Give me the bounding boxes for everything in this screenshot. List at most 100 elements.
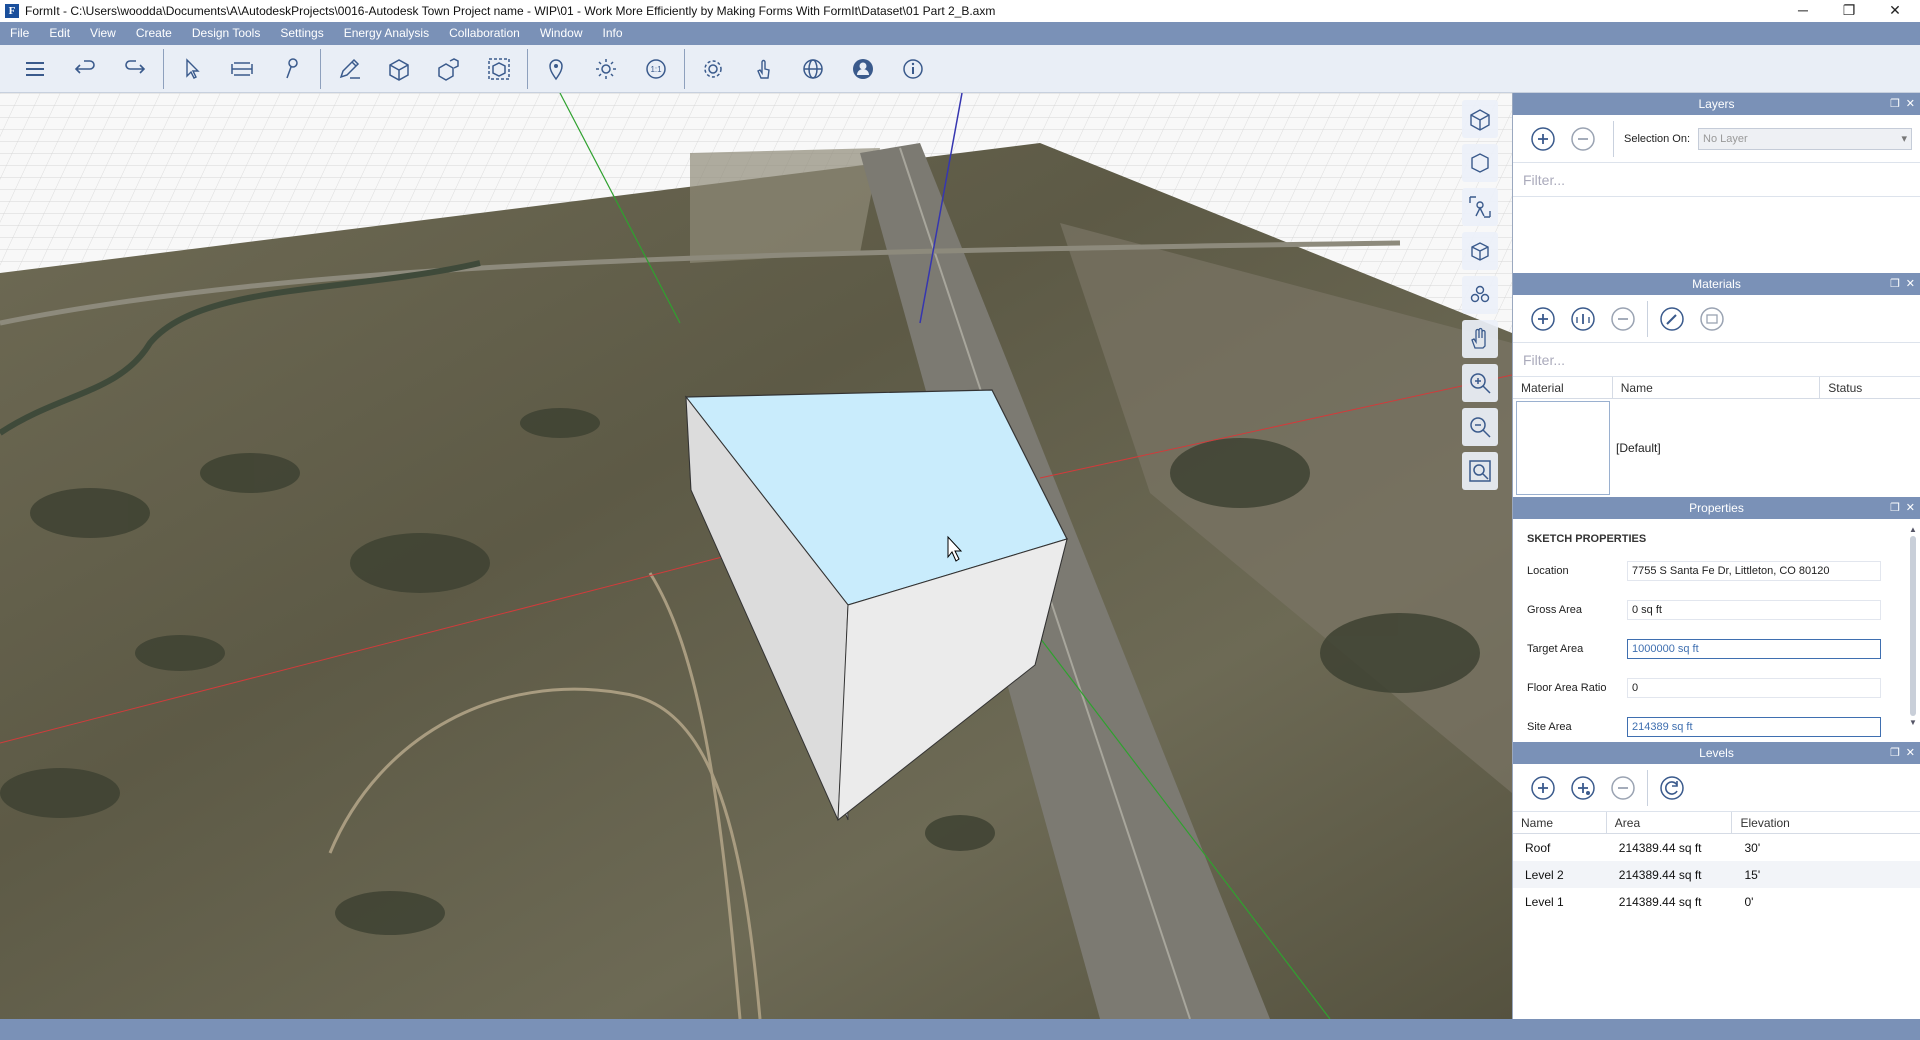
panel-title: Levels	[1699, 746, 1734, 760]
select-icon[interactable]	[167, 49, 217, 89]
orbit-icon[interactable]	[1462, 276, 1498, 314]
zoom-extents-icon[interactable]	[1462, 452, 1498, 490]
materials-filter-input[interactable]	[1523, 351, 1910, 368]
selection-on-value: No Layer	[1703, 132, 1748, 145]
zoom-in-icon[interactable]	[1462, 364, 1498, 402]
property-floor-area-ratio: Floor Area Ratio 0	[1513, 668, 1920, 707]
chevron-down-icon: ▾	[1901, 132, 1908, 145]
menu-file[interactable]: File	[0, 22, 39, 45]
menu-energy-analysis[interactable]: Energy Analysis	[334, 22, 439, 45]
orbit-cube-icon[interactable]	[1462, 232, 1498, 270]
level-area: 214389.44 sq ft	[1618, 894, 1702, 909]
orthographic-cube-icon[interactable]	[1462, 144, 1498, 182]
minimize-button[interactable]: ─	[1780, 0, 1826, 22]
panel-title: Materials	[1692, 277, 1741, 291]
undo-icon[interactable]	[60, 49, 110, 89]
property-site-area: Site Area 214389 sq ft	[1513, 707, 1920, 746]
level-name: Level 2	[1525, 867, 1564, 882]
solid-box-icon[interactable]	[374, 49, 424, 89]
materials-tools	[1513, 295, 1920, 343]
settings-gear-icon[interactable]	[688, 49, 738, 89]
3d-viewport[interactable]	[0, 93, 1512, 1019]
redo-icon[interactable]	[110, 49, 160, 89]
sketch-pencil-icon[interactable]	[324, 49, 374, 89]
close-panel-icon[interactable]: ✕	[1906, 273, 1915, 295]
scrollbar-thumb[interactable]	[1910, 536, 1916, 716]
close-panel-icon[interactable]: ✕	[1906, 497, 1915, 519]
scroll-up-icon[interactable]: ▲	[1908, 525, 1918, 534]
site-area-field[interactable]: 214389 sq ft	[1627, 716, 1881, 737]
toolbar-separator	[684, 48, 685, 89]
info-icon[interactable]	[888, 49, 938, 89]
paint-icon[interactable]	[267, 49, 317, 89]
undock-icon[interactable]: ❐	[1890, 93, 1900, 115]
column-status[interactable]: Status	[1820, 377, 1920, 398]
maximize-button[interactable]: ❐	[1826, 0, 1872, 22]
menu-info[interactable]: Info	[593, 22, 633, 45]
column-elevation[interactable]: Elevation	[1732, 812, 1920, 833]
solid-tools-icon[interactable]	[424, 49, 474, 89]
add-multiple-levels-icon[interactable]	[1563, 768, 1603, 808]
level-row-level-2[interactable]: Level 2 214389.44 sq ft 15'	[1513, 861, 1920, 888]
zoom-out-icon[interactable]	[1462, 408, 1498, 446]
property-gross-area: Gross Area 0 sq ft	[1513, 590, 1920, 629]
sun-icon[interactable]	[581, 49, 631, 89]
scale-icon[interactable]: 1:1	[631, 49, 681, 89]
close-panel-icon[interactable]: ✕	[1906, 742, 1915, 764]
menu-settings[interactable]: Settings	[270, 22, 333, 45]
add-level-icon[interactable]	[1523, 768, 1563, 808]
properties-panel: Properties ❐ ✕ SKETCH PROPERTIES Locatio…	[1513, 497, 1920, 742]
group-icon[interactable]	[474, 49, 524, 89]
properties-scrollbar[interactable]: ▲ ▼	[1908, 525, 1918, 735]
perspective-cube-icon[interactable]	[1462, 100, 1498, 138]
menu-view[interactable]: View	[80, 22, 126, 45]
menu-window[interactable]: Window	[530, 22, 593, 45]
menu-design-tools[interactable]: Design Tools	[182, 22, 270, 45]
level-row-level-1[interactable]: Level 1 214389.44 sq ft 0'	[1513, 888, 1920, 915]
close-panel-icon[interactable]: ✕	[1906, 93, 1915, 115]
material-swatch[interactable]	[1516, 401, 1610, 495]
user-profile-icon[interactable]	[838, 49, 888, 89]
refresh-levels-icon[interactable]	[1652, 768, 1692, 808]
look-around-icon[interactable]	[1462, 188, 1498, 226]
location-field[interactable]: 7755 S Santa Fe Dr, Littleton, CO 80120	[1627, 560, 1881, 581]
add-material-icon[interactable]	[1523, 299, 1563, 339]
pan-hand-icon[interactable]	[1462, 320, 1498, 358]
gross-area-field: 0 sq ft	[1627, 599, 1881, 620]
target-area-field[interactable]: 1000000 sq ft	[1627, 638, 1881, 659]
undock-icon[interactable]: ❐	[1890, 273, 1900, 295]
level-row-roof[interactable]: Roof 214389.44 sq ft 30'	[1513, 834, 1920, 861]
main-toolbar: 1:1	[0, 45, 1920, 93]
location-pin-icon[interactable]	[531, 49, 581, 89]
menu-icon[interactable]	[10, 49, 60, 89]
selection-on-dropdown[interactable]: No Layer ▾	[1698, 127, 1913, 150]
menu-collaboration[interactable]: Collaboration	[439, 22, 530, 45]
globe-icon[interactable]	[788, 49, 838, 89]
column-area[interactable]: Area	[1607, 812, 1733, 833]
touch-icon[interactable]	[738, 49, 788, 89]
undock-icon[interactable]: ❐	[1890, 497, 1900, 519]
eyedropper-icon[interactable]	[1652, 299, 1692, 339]
column-name[interactable]: Name	[1613, 377, 1821, 398]
scroll-down-icon[interactable]: ▼	[1908, 718, 1918, 727]
remove-layer-icon[interactable]	[1563, 119, 1603, 159]
menu-edit[interactable]: Edit	[39, 22, 80, 45]
column-material[interactable]: Material	[1513, 377, 1613, 398]
toolbar-separator	[320, 48, 321, 89]
add-layer-icon[interactable]	[1523, 119, 1563, 159]
import-material-icon[interactable]	[1563, 299, 1603, 339]
remove-level-icon[interactable]	[1603, 768, 1643, 808]
tape-measure-icon[interactable]	[217, 49, 267, 89]
view-navigation-toolbar	[1462, 100, 1502, 496]
material-library-icon[interactable]	[1692, 299, 1732, 339]
column-name[interactable]: Name	[1513, 812, 1607, 833]
undock-icon[interactable]: ❐	[1890, 742, 1900, 764]
close-button[interactable]: ✕	[1872, 0, 1918, 22]
layers-list	[1513, 197, 1920, 273]
menu-create[interactable]: Create	[126, 22, 182, 45]
remove-material-icon[interactable]	[1603, 299, 1643, 339]
window-title: FormIt - C:\Users\woodda\Documents\A\Aut…	[25, 4, 996, 18]
layers-filter-input[interactable]	[1523, 171, 1910, 188]
layers-filter	[1513, 163, 1920, 197]
material-row[interactable]: [Default]	[1513, 399, 1920, 497]
